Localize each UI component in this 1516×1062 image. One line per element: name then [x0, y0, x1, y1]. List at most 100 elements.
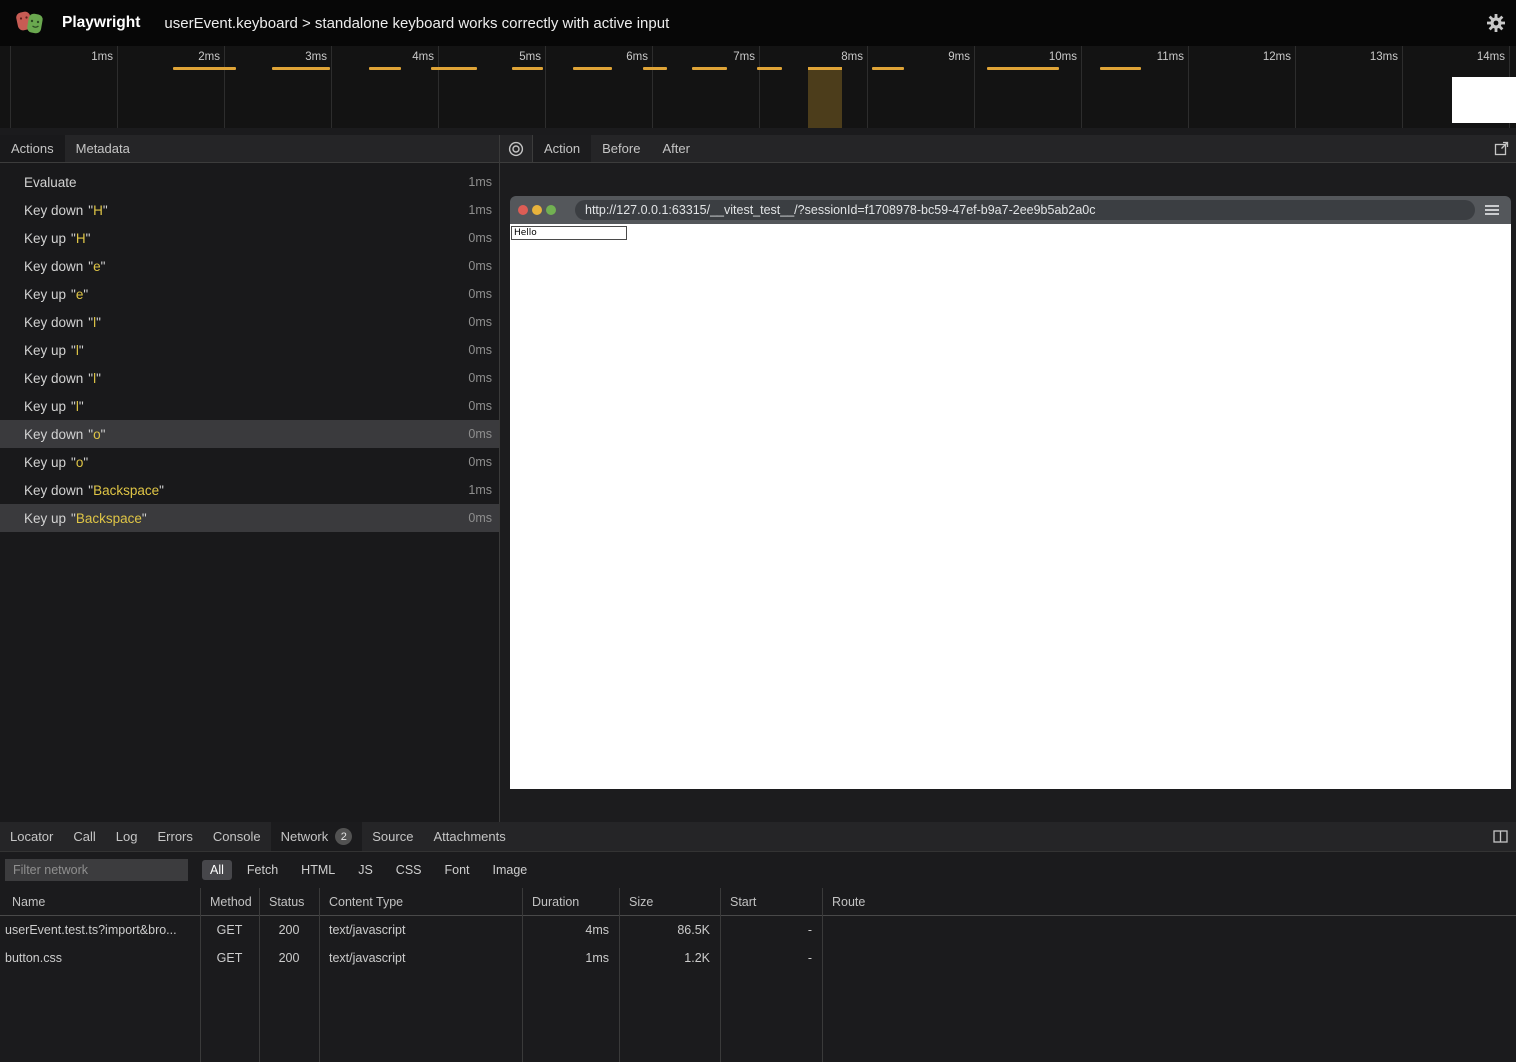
action-row[interactable]: Key up "H" 0ms	[0, 224, 499, 252]
filter-chip[interactable]: Image	[485, 860, 536, 880]
filter-chip[interactable]: Font	[437, 860, 478, 880]
action-key-value: "o"	[71, 455, 88, 470]
action-list: Evaluate "" 1ms Key down "H" 1ms Key up …	[0, 164, 499, 822]
action-label: Key up	[24, 343, 66, 358]
action-label: Key down	[24, 371, 83, 386]
timeline-gridline	[1081, 46, 1082, 128]
filter-chip[interactable]: Fetch	[239, 860, 286, 880]
timeline-tick-label: 1ms	[53, 51, 113, 63]
column-header-name: Name	[0, 895, 200, 909]
timeline-gridline	[545, 46, 546, 128]
timeline-tick-label: 13ms	[1338, 51, 1398, 63]
timeline-gridline	[974, 46, 975, 128]
column-divider	[822, 888, 823, 1062]
external-link-icon	[1494, 141, 1509, 156]
hello-text-input[interactable]	[511, 226, 627, 240]
action-row[interactable]: Key up "l" 0ms	[0, 336, 499, 364]
tab-label: Before	[602, 141, 640, 156]
action-duration: 0ms	[468, 399, 492, 413]
filter-chip[interactable]: JS	[350, 860, 381, 880]
action-row[interactable]: Key up "e" 0ms	[0, 280, 499, 308]
tab[interactable]: Call	[63, 822, 105, 851]
filter-chip[interactable]: HTML	[293, 860, 343, 880]
network-request-row[interactable]: button.cssGET200text/javascript1ms1.2K-	[0, 944, 1516, 972]
action-row[interactable]: Key up "Backspace" 0ms	[0, 504, 499, 532]
tab-action[interactable]: Action	[533, 135, 591, 162]
action-row[interactable]: Key down "Backspace" 1ms	[0, 476, 499, 504]
action-label: Key down	[24, 315, 83, 330]
tab-after[interactable]: After	[651, 135, 700, 162]
action-key-value: "o"	[88, 427, 105, 442]
action-label: Key down	[24, 203, 83, 218]
action-duration: 0ms	[468, 371, 492, 385]
timeline-gridline	[117, 46, 118, 128]
tab[interactable]: Network 2	[271, 822, 363, 851]
timeline-gridline	[652, 46, 653, 128]
cell-size: 86.5K	[619, 923, 720, 937]
timeline-tick-label: 7ms	[695, 51, 755, 63]
action-row[interactable]: Key down "o" 0ms	[0, 420, 499, 448]
timeline-tick-label: 12ms	[1231, 51, 1291, 63]
column-header-size: Size	[619, 895, 720, 909]
timeline[interactable]: 1ms2ms3ms4ms5ms6ms7ms8ms9ms10ms11ms12ms1…	[0, 46, 1516, 128]
action-label: Key down	[24, 483, 83, 498]
timeline-selected-range[interactable]	[808, 67, 842, 128]
toggle-columns-button[interactable]	[1493, 830, 1508, 843]
timeline-tick-label: 14ms	[1445, 51, 1505, 63]
network-request-row[interactable]: userEvent.test.ts?import&bro...GET200tex…	[0, 916, 1516, 944]
action-row[interactable]: Key up "o" 0ms	[0, 448, 499, 476]
action-row[interactable]: Key down "l" 0ms	[0, 364, 499, 392]
column-divider	[522, 888, 523, 1062]
timeline-gridline	[1188, 46, 1189, 128]
timeline-tick-label: 2ms	[160, 51, 220, 63]
open-snapshot-button[interactable]	[1494, 135, 1509, 162]
action-label: Key down	[24, 427, 83, 442]
pick-locator-button[interactable]	[500, 135, 533, 162]
action-label: Key up	[24, 455, 66, 470]
action-key-value: "Backspace"	[71, 511, 147, 526]
tab[interactable]: Locator	[0, 822, 63, 851]
filter-network-input[interactable]	[5, 859, 188, 881]
action-duration: 1ms	[468, 483, 492, 497]
tab-label: Console	[213, 829, 261, 844]
filter-chip[interactable]: All	[202, 860, 232, 880]
action-key-value: "l"	[88, 315, 101, 330]
app-title: Playwright	[62, 14, 140, 32]
cell-name: button.css	[0, 951, 200, 965]
settings-button[interactable]	[1486, 13, 1506, 33]
cell-method: GET	[200, 951, 259, 965]
tab[interactable]: Log	[106, 822, 148, 851]
timeline-action-bar	[573, 67, 612, 70]
timeline-tick-label: 5ms	[481, 51, 541, 63]
timeline-action-bar	[1100, 67, 1141, 70]
action-row[interactable]: Key down "l" 0ms	[0, 308, 499, 336]
action-duration: 0ms	[468, 315, 492, 329]
timeline-action-bar	[872, 67, 904, 70]
action-key-value: "e"	[71, 287, 88, 302]
action-key-value: "e"	[88, 259, 105, 274]
playwright-trace-viewer: Playwright userEvent.keyboard > standalo…	[0, 0, 1516, 1062]
column-divider	[259, 888, 260, 1062]
action-row[interactable]: Evaluate "" 1ms	[0, 168, 499, 196]
cell-start: -	[720, 951, 822, 965]
tab[interactable]: Source	[362, 822, 423, 851]
tab[interactable]: Metadata	[65, 135, 141, 162]
tab[interactable]: Console	[203, 822, 271, 851]
tab-before[interactable]: Before	[591, 135, 651, 162]
column-header-route: Route	[822, 895, 1516, 909]
tab[interactable]: Actions	[0, 135, 65, 162]
action-row[interactable]: Key up "l" 0ms	[0, 392, 499, 420]
cell-status: 200	[259, 951, 319, 965]
tab[interactable]: Attachments	[423, 822, 515, 851]
playwright-logo-icon	[16, 10, 44, 36]
tab[interactable]: Errors	[147, 822, 202, 851]
action-duration: 0ms	[468, 455, 492, 469]
action-row[interactable]: Key down "e" 0ms	[0, 252, 499, 280]
tab-label: Log	[116, 829, 138, 844]
action-duration: 0ms	[468, 259, 492, 273]
tab-label: Metadata	[76, 141, 130, 156]
action-label: Evaluate	[24, 175, 77, 190]
action-row[interactable]: Key down "H" 1ms	[0, 196, 499, 224]
filter-chip[interactable]: CSS	[388, 860, 430, 880]
timeline-screenshot-thumbnail[interactable]	[1452, 77, 1516, 123]
